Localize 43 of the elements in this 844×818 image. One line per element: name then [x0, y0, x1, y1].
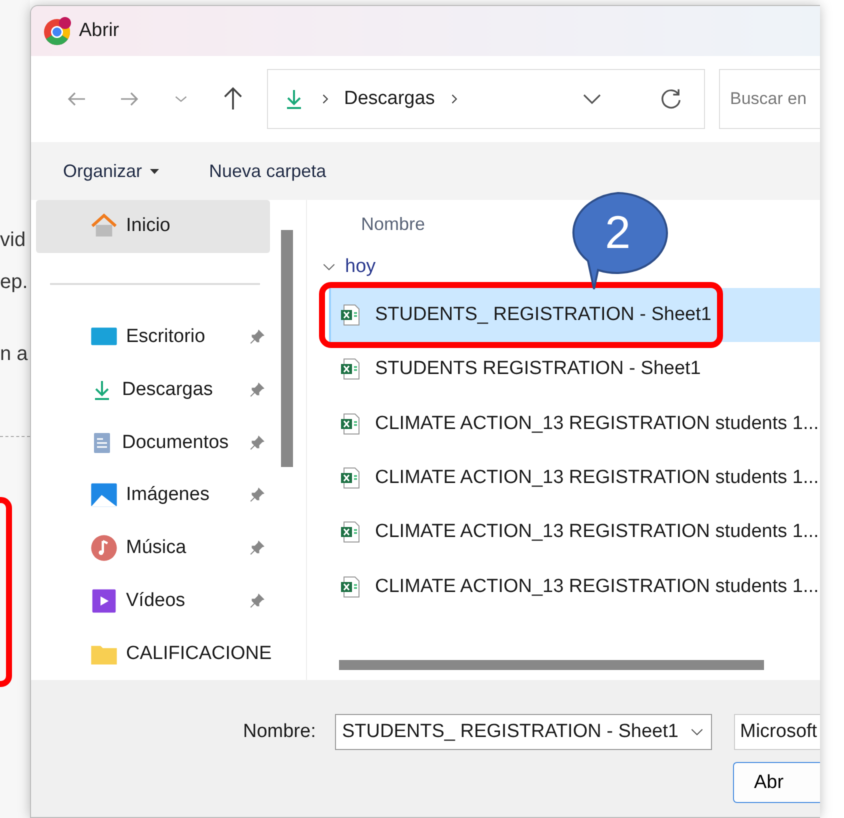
file-row[interactable]: CLIMATE ACTION_13 REGISTRATION students 1... [329, 396, 820, 451]
file-row[interactable]: STUDENTS REGISTRATION - Sheet1 [329, 342, 820, 397]
address-bar[interactable]: Descargas [267, 69, 705, 129]
callout-number: 2 [605, 209, 631, 255]
background-text: ep. [0, 270, 29, 294]
sidebar-item[interactable]: Inicio [36, 200, 270, 253]
organize-menu[interactable]: Organizar [63, 160, 160, 182]
file-name-field[interactable]: STUDENTS_ REGISTRATION - Sheet1 [335, 714, 712, 750]
field-label: Nombre: [243, 721, 317, 743]
window-title: Abrir [79, 20, 120, 42]
breadcrumb[interactable]: Descargas [344, 88, 435, 110]
sidebar-item[interactable]: Vídeos [36, 574, 270, 628]
scrollbar-thumb[interactable] [339, 660, 764, 670]
pin-icon [248, 486, 266, 504]
pin-icon [248, 592, 266, 610]
sidebar-item[interactable]: Documentos [36, 416, 270, 469]
pin-icon [248, 434, 266, 452]
app-logo-icon [43, 16, 73, 46]
sidebar-item[interactable]: Música [36, 522, 270, 574]
file-row[interactable]: CLIMATE ACTION_13 REGISTRATION students 1... [329, 505, 820, 560]
open-button[interactable]: Abr [733, 762, 820, 803]
search-field[interactable]: Buscar en [719, 69, 820, 129]
pin-icon [248, 380, 266, 399]
pin-icon [248, 328, 266, 346]
dropdown-triangle-icon [150, 168, 160, 174]
pin-icon [248, 539, 266, 558]
music-icon [90, 534, 118, 562]
new-folder-button[interactable]: Nueva carpeta [209, 160, 326, 182]
sidebar-item[interactable]: Descargas [36, 364, 270, 416]
background-text: vid [0, 228, 27, 252]
sidebar-item[interactable]: Imágenes [36, 469, 270, 522]
file-row[interactable]: CLIMATE ACTION_13 REGISTRATION students 1... [329, 450, 820, 506]
video-icon [90, 586, 118, 615]
picture-icon [90, 481, 118, 510]
file-type-dropdown[interactable]: Microsoft [734, 714, 820, 750]
scrollbar-thumb[interactable] [281, 230, 293, 467]
file-row[interactable]: CLIMATE ACTION_13 REGISTRATION students 1... [329, 559, 820, 614]
group-header[interactable]: hoy [345, 256, 376, 278]
column-header[interactable]: Nombre [361, 214, 426, 238]
sidebar-item[interactable]: Escritorio [36, 310, 270, 364]
background-text: n a [0, 342, 29, 366]
sidebar-item[interactable]: CALIFICACIONE [36, 627, 270, 680]
file-row[interactable]: STUDENTS_ REGISTRATION - Sheet1 [329, 288, 820, 342]
